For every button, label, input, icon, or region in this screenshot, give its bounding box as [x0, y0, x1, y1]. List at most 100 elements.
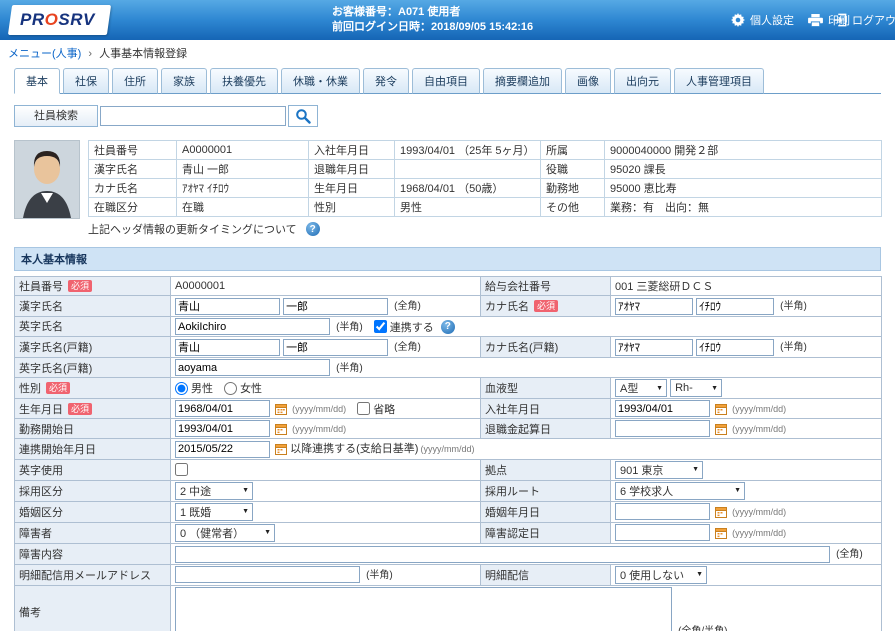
gender-female-option[interactable]: 女性 [224, 380, 262, 396]
gender-male-radio[interactable] [175, 382, 188, 395]
emp-hdr-label: その他 [541, 198, 605, 217]
kana-last-name-input[interactable] [615, 298, 693, 315]
required-badge: 必須 [46, 382, 70, 394]
adopt-type-select[interactable]: 2 中途▼ [175, 482, 253, 500]
disability-date-input[interactable] [615, 524, 710, 541]
severance-start-date-input[interactable] [615, 420, 710, 437]
tab-address[interactable]: 住所 [112, 68, 158, 94]
disability-detail-input[interactable] [175, 546, 830, 563]
logout-button[interactable]: ログアウト [833, 0, 895, 40]
tab-remarks-add[interactable]: 摘要欄追加 [483, 68, 562, 94]
tab-image[interactable]: 画像 [565, 68, 611, 94]
field-label: 採用区分 [15, 480, 171, 501]
kanji-last-name-input[interactable] [175, 298, 280, 315]
calendar-icon[interactable] [715, 506, 727, 518]
field-label-text: 英字使用 [19, 465, 63, 477]
base-select[interactable]: 901 東京▼ [615, 461, 703, 479]
employee-search-input[interactable] [100, 106, 286, 126]
adopt-route-select[interactable]: 6 学校求人▼ [615, 482, 745, 500]
search-icon [295, 108, 311, 124]
personal-settings-label: 個人設定 [750, 12, 794, 28]
form-row-roman-name-registry: 英字氏名(戸籍) (半角) [15, 357, 882, 378]
birth-date-input[interactable] [175, 400, 270, 417]
calendar-icon[interactable] [275, 423, 287, 435]
blood-rh-select[interactable]: Rh-▼ [670, 379, 722, 397]
tab-secondment-source[interactable]: 出向元 [614, 68, 671, 94]
kanji-first-name-registry-input[interactable] [283, 339, 388, 356]
kana-first-name-input[interactable] [696, 298, 774, 315]
kanji-first-name-input[interactable] [283, 298, 388, 315]
tab-dependent-priority[interactable]: 扶養優先 [210, 68, 278, 94]
tab-basic[interactable]: 基本 [14, 68, 60, 94]
emp-hdr-value: 95000 恵比寿 [605, 179, 882, 198]
blood-type-select[interactable]: A型▼ [615, 379, 667, 397]
hire-date-input[interactable] [615, 400, 710, 417]
search-button[interactable] [288, 105, 318, 127]
field-label: 婚姻年月日 [481, 501, 611, 522]
field-label: 障害者 [15, 522, 171, 543]
printer-icon [808, 14, 823, 27]
field-label-text: 漢字氏名 [19, 301, 63, 313]
breadcrumb-current: 人事基本情報登録 [99, 48, 187, 60]
form-row-link-start: 連携開始年月日 以降連携する(支給日基準)(yyyy/mm/dd) [15, 439, 882, 460]
emp-hdr-label: 性別 [309, 198, 395, 217]
breadcrumb-menu-link[interactable]: メニュー(人事) [8, 48, 81, 60]
kana-last-name-registry-input[interactable] [615, 339, 693, 356]
table-row: カナ氏名 ｱｵﾔﾏ ｲﾁﾛｳ 生年月日 1968/04/01 （50歳） 勤務地… [89, 179, 882, 198]
calendar-icon[interactable] [715, 527, 727, 539]
mail-delivery-select[interactable]: 0 使用しない▼ [615, 566, 707, 584]
calendar-icon[interactable] [715, 423, 727, 435]
notes-textarea[interactable] [175, 587, 672, 631]
birth-omit-checkbox[interactable] [357, 402, 370, 415]
tab-free-items[interactable]: 自由項目 [412, 68, 480, 94]
kana-first-name-registry-input[interactable] [696, 339, 774, 356]
emp-hdr-label: 勤務地 [541, 179, 605, 198]
tab-hr-management-items[interactable]: 人事管理項目 [674, 68, 764, 94]
tab-social-insurance[interactable]: 社保 [63, 68, 109, 94]
tab-family[interactable]: 家族 [161, 68, 207, 94]
birth-omit-option[interactable]: 省略 [357, 401, 395, 417]
help-icon[interactable]: ? [306, 222, 320, 236]
form-row-notes: 備考 (全角/半角) [15, 585, 882, 631]
field-label: 漢字氏名(戸籍) [15, 337, 171, 358]
gender-female-radio[interactable] [224, 382, 237, 395]
work-start-date-input[interactable] [175, 420, 270, 437]
roman-name-input[interactable] [175, 318, 330, 335]
field-label-text: 社員番号 [19, 281, 63, 293]
roman-name-registry-input[interactable] [175, 359, 330, 376]
field-label-text: 性別 [19, 383, 41, 395]
kanji-last-name-registry-input[interactable] [175, 339, 280, 356]
calendar-icon[interactable] [275, 403, 287, 415]
marital-select[interactable]: 1 既婚▼ [175, 503, 253, 521]
tab-leave[interactable]: 休職・休業 [281, 68, 360, 94]
link-start-date-input[interactable] [175, 441, 270, 458]
field-label-text: 障害内容 [19, 549, 63, 561]
marriage-date-input[interactable] [615, 503, 710, 520]
input-hint: (全角/半角) [678, 626, 727, 631]
basic-info-form: 社員番号必須 A0000001 給与会社番号 001 三菱総研ＤＣＳ 漢字氏名 … [14, 276, 882, 631]
app-header: PROSRV お客様番号：A071 使用者 前回ログイン日時：2018/09/0… [0, 0, 895, 40]
field-label: 退職金起算日 [481, 419, 611, 439]
header-update-note: 上記ヘッダ情報の更新タイミングについて ? [88, 221, 882, 237]
link-checkbox-label[interactable]: 連携する [374, 319, 434, 335]
prosrv-logo: PROSRV [8, 5, 111, 35]
calendar-icon[interactable] [275, 443, 287, 455]
field-label: 婚姻区分 [15, 501, 171, 522]
emp-hdr-value: 在職 [177, 198, 309, 217]
link-checkbox[interactable] [374, 320, 387, 333]
tab-announcement[interactable]: 発令 [363, 68, 409, 94]
roman-use-checkbox[interactable] [175, 463, 188, 476]
personal-settings-button[interactable]: 個人設定 [731, 0, 794, 40]
field-label-text: 婚姻年月日 [485, 507, 540, 519]
mail-address-input[interactable] [175, 566, 360, 583]
calendar-icon[interactable] [715, 403, 727, 415]
chevron-down-icon: ▼ [711, 385, 718, 392]
gender-male-option[interactable]: 男性 [175, 380, 213, 396]
employee-photo [14, 140, 80, 219]
help-icon[interactable]: ? [441, 320, 455, 334]
input-hint: (全角) [836, 549, 863, 560]
field-label: 漢字氏名 [15, 296, 171, 317]
disability-select[interactable]: 0 （健常者）▼ [175, 524, 275, 542]
field-label-text: カナ氏名(戸籍) [485, 342, 558, 354]
adopt-type-value: 2 中途 [180, 483, 211, 499]
